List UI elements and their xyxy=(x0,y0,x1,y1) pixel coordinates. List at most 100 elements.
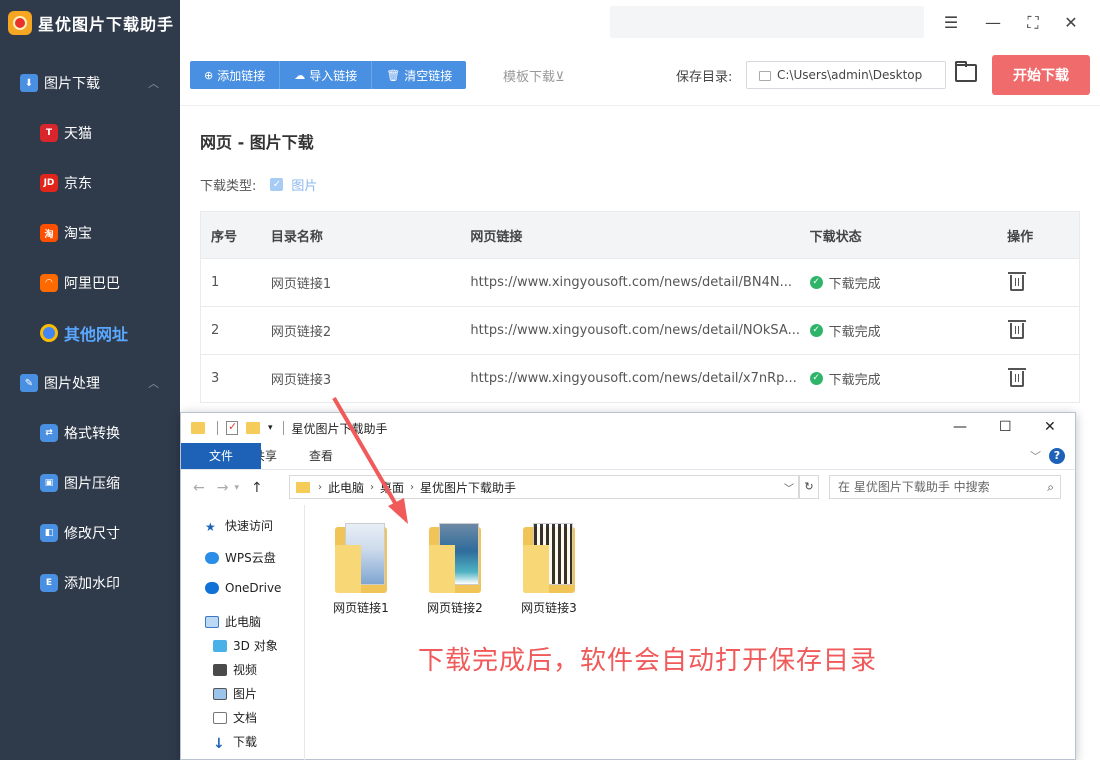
sidebar-item-jd[interactable]: JD 京东 xyxy=(0,158,180,208)
row-status-text: 下载完成 xyxy=(828,325,881,340)
maximize-icon[interactable]: ⛶ xyxy=(1022,12,1044,34)
sidebar-item-resize[interactable]: ◧ 修改尺寸 xyxy=(0,508,180,558)
nav-item-label: 视频 xyxy=(233,663,258,677)
address-bar[interactable]: › 此电脑 › 桌面 › 星优图片下载助手 ﹀ xyxy=(289,475,799,499)
sidebar-item-label: 修改尺寸 xyxy=(64,526,120,542)
maximize-icon[interactable]: ☐ xyxy=(999,419,1012,435)
nav-item-downloads[interactable]: ↓ 下载 xyxy=(213,733,257,752)
row-index: 1 xyxy=(211,275,220,290)
nav-item-label: 文档 xyxy=(233,711,258,725)
start-download-button[interactable]: 开始下载 xyxy=(992,55,1090,95)
breadcrumb-this-pc[interactable]: 此电脑 xyxy=(328,479,364,496)
forward-arrow-icon[interactable]: → xyxy=(217,480,229,496)
refresh-icon[interactable]: ↻ xyxy=(799,475,819,499)
tab-file[interactable]: 文件 xyxy=(181,443,261,469)
sidebar-item-watermark[interactable]: E 添加水印 xyxy=(0,558,180,608)
table-row: 3 网页链接3 https://www.xingyousoft.com/news… xyxy=(201,354,1079,402)
delete-icon[interactable] xyxy=(1008,367,1027,387)
sidebar-item-alibaba[interactable]: ◠ 阿里巴巴 xyxy=(0,258,180,308)
image-type-checkbox[interactable]: ✓ xyxy=(270,178,284,191)
watermark-icon: E xyxy=(40,574,58,592)
sidebar-item-format-convert[interactable]: ⇄ 格式转换 xyxy=(0,408,180,458)
minimize-icon[interactable]: — xyxy=(982,12,1004,34)
sidebar-item-tmall[interactable]: T 天猫 xyxy=(0,108,180,158)
app-logo-icon xyxy=(8,11,32,35)
import-link-label: 导入链接 xyxy=(309,68,358,83)
back-arrow-icon[interactable]: ← xyxy=(193,480,205,496)
jd-icon: JD xyxy=(40,174,58,192)
properties-icon[interactable] xyxy=(226,420,238,435)
nav-item-quick-access[interactable]: ★ 快速访问 xyxy=(205,517,273,534)
breadcrumb-app-folder[interactable]: 星优图片下载助手 xyxy=(420,479,516,496)
nav-item-pictures[interactable]: 图片 xyxy=(213,685,257,702)
folder-icon xyxy=(523,523,575,593)
title-bar: ☰ — ⛶ ✕ xyxy=(180,0,1100,46)
nav-item-this-pc[interactable]: 此电脑 xyxy=(205,613,261,630)
title-bar-search-area[interactable] xyxy=(610,6,924,38)
folder-name: 网页链接3 xyxy=(521,601,577,615)
tab-view[interactable]: 查看 xyxy=(293,443,349,469)
menu-group-label: 图片下载 xyxy=(44,76,100,92)
explorer-search-input[interactable]: 在 星优图片下载助手 中搜索 ⌕ xyxy=(829,475,1061,499)
add-link-button[interactable]: ⊕ 添加链接 xyxy=(190,61,281,89)
row-name: 网页链接3 xyxy=(270,373,332,388)
row-status: ✓ 下载完成 xyxy=(800,321,1000,340)
nav-item-3d-objects[interactable]: 3D 对象 xyxy=(213,637,278,654)
quick-access-dropdown-icon[interactable]: ▾ xyxy=(268,423,273,433)
nav-item-onedrive[interactable]: OneDrive xyxy=(205,581,281,595)
sidebar-item-label: 京东 xyxy=(64,176,92,192)
star-icon: ★ xyxy=(205,519,216,534)
taobao-icon: 淘 xyxy=(40,224,58,242)
alibaba-icon: ◠ xyxy=(40,274,58,292)
help-icon[interactable]: ? xyxy=(1049,448,1065,464)
chevron-down-icon[interactable]: ﹀ xyxy=(1030,448,1041,464)
save-dir-field[interactable]: C:\Users\admin\Desktop xyxy=(746,61,946,89)
sidebar-item-label: 格式转换 xyxy=(64,426,120,442)
folder-item[interactable]: 网页链接3 xyxy=(509,523,589,616)
chevron-down-icon[interactable]: ﹀ xyxy=(784,480,794,495)
folder-icon xyxy=(429,523,481,593)
image-compress-icon: ▣ xyxy=(40,474,58,492)
breadcrumb-desktop[interactable]: 桌面 xyxy=(380,479,404,496)
row-index: 2 xyxy=(211,323,220,338)
computer-icon xyxy=(205,615,219,628)
pictures-icon xyxy=(213,687,227,700)
new-folder-icon[interactable] xyxy=(246,422,260,434)
nav-item-documents[interactable]: 文档 xyxy=(213,709,257,726)
delete-icon[interactable] xyxy=(1008,319,1027,339)
delete-icon[interactable] xyxy=(1008,271,1027,291)
settings-sliders-icon[interactable]: ☰ xyxy=(940,12,962,34)
annotation-text: 下载完成后，软件会自动打开保存目录 xyxy=(418,646,878,676)
row-url: https://www.xingyousoft.com/news/detail/… xyxy=(470,323,800,338)
download-arrow-icon: ↓ xyxy=(213,735,225,752)
tmall-icon: T xyxy=(40,124,58,142)
save-dir-label: 保存目录: xyxy=(676,70,733,85)
download-type-row: 下载类型: ✓ 图片 xyxy=(200,175,317,194)
menu-group-image-processing[interactable]: ✎ 图片处理 ︿ xyxy=(0,358,180,408)
folder-item[interactable]: 网页链接1 xyxy=(321,523,401,616)
sidebar-item-taobao[interactable]: 淘 淘宝 xyxy=(0,208,180,258)
sidebar-item-image-compress[interactable]: ▣ 图片压缩 xyxy=(0,458,180,508)
clear-link-button[interactable]: 🗑 清空链接 xyxy=(372,61,467,89)
template-download-link[interactable]: 模板下载⊻ xyxy=(503,66,565,85)
open-folder-icon[interactable] xyxy=(955,61,977,82)
nav-item-videos[interactable]: 视频 xyxy=(213,661,257,678)
close-icon[interactable]: ✕ xyxy=(1060,12,1082,34)
nav-item-wps-cloud[interactable]: WPS云盘 xyxy=(205,549,276,566)
minimize-icon[interactable]: — xyxy=(953,419,967,435)
table-row: 2 网页链接2 https://www.xingyousoft.com/news… xyxy=(201,306,1079,354)
document-icon xyxy=(213,711,227,724)
sidebar-item-label: 淘宝 xyxy=(64,226,92,242)
recent-locations-icon[interactable]: ▾ xyxy=(234,483,239,493)
video-icon xyxy=(213,663,227,676)
check-circle-icon: ✓ xyxy=(809,372,823,385)
up-arrow-icon[interactable]: ↑ xyxy=(251,480,263,496)
menu-group-image-download[interactable]: ⬇ 图片下载 ︿ xyxy=(0,58,180,108)
folder-item[interactable]: 网页链接2 xyxy=(415,523,495,616)
import-link-button[interactable]: ☁ 导入链接 xyxy=(280,61,373,89)
sidebar-item-other-sites[interactable]: 其他网址 xyxy=(0,308,180,358)
download-type-label: 下载类型: xyxy=(200,179,257,194)
toolbar: ⊕ 添加链接 ☁ 导入链接 🗑 清空链接 模板下载⊻ 保存目录: C:\Users\a… xyxy=(180,46,1100,106)
close-icon[interactable]: ✕ xyxy=(1044,419,1056,435)
chevron-right-icon: › xyxy=(318,481,322,493)
